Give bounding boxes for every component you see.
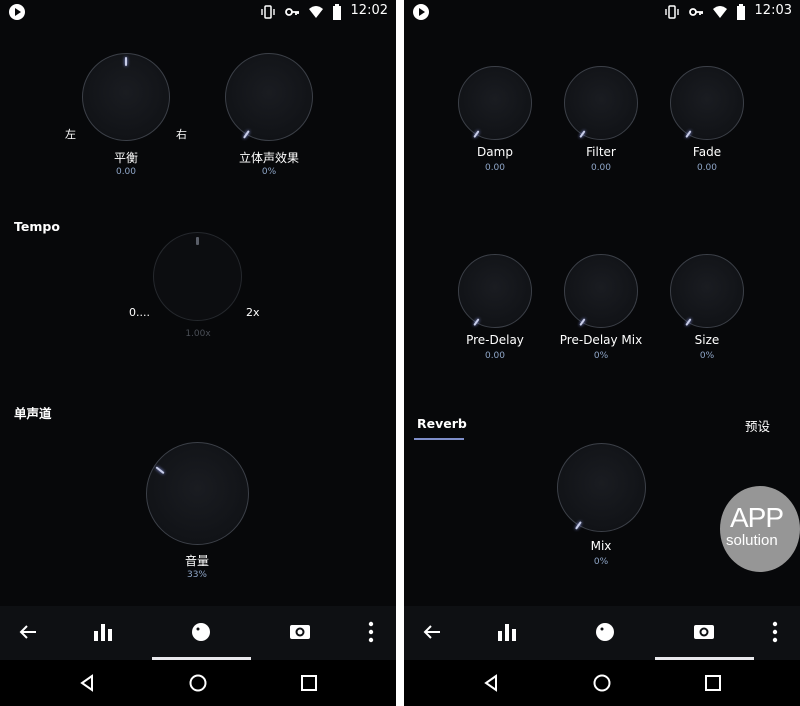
status-time: 12:03	[754, 3, 792, 18]
nav-recents-icon[interactable]	[299, 673, 319, 693]
nav-back-icon[interactable]	[481, 673, 501, 693]
nav-home-icon[interactable]	[188, 673, 208, 693]
damp-value: 0.00	[484, 163, 506, 173]
balance-left-label: 左	[65, 128, 76, 141]
status-bar: 12:02	[0, 0, 396, 24]
battery-icon	[737, 4, 745, 20]
key-icon	[285, 8, 299, 16]
back-arrow-icon[interactable]	[420, 620, 444, 644]
watermark-line1: APP	[730, 502, 784, 533]
equalizer-icon[interactable]	[495, 620, 519, 644]
filter-value: 0.00	[590, 163, 612, 173]
filter-knob[interactable]	[564, 66, 638, 140]
size-value: 0%	[699, 351, 715, 361]
fade-knob[interactable]	[670, 66, 744, 140]
pre-delay-mix-value: 0%	[593, 351, 609, 361]
preset-button[interactable]: 预设	[745, 416, 770, 435]
more-vert-icon[interactable]	[359, 620, 383, 644]
play-circle-icon	[9, 4, 25, 20]
surround-icon[interactable]	[692, 620, 716, 644]
nav-recents-icon[interactable]	[703, 673, 723, 693]
bottom-nav	[404, 606, 800, 660]
system-nav-bar	[404, 660, 800, 706]
damp-knob[interactable]	[458, 66, 532, 140]
knob-icon[interactable]	[593, 620, 617, 644]
stereo-effect-value: 0%	[261, 167, 277, 177]
damp-label: Damp	[477, 145, 513, 159]
more-vert-icon[interactable]	[763, 620, 787, 644]
system-nav-bar	[0, 660, 396, 706]
watermark-line2: solution	[726, 532, 778, 549]
pre-delay-mix-label: Pre-Delay Mix	[559, 333, 643, 347]
balance-right-label: 右	[176, 128, 187, 141]
bottom-nav	[0, 606, 396, 660]
fade-value: 0.00	[696, 163, 718, 173]
mix-knob[interactable]	[557, 443, 646, 532]
balance-label: 平衡	[113, 151, 138, 165]
status-time: 12:02	[350, 3, 388, 18]
equalizer-icon[interactable]	[91, 620, 115, 644]
play-circle-icon	[413, 4, 429, 20]
surround-icon[interactable]	[288, 620, 312, 644]
balance-knob[interactable]	[82, 53, 170, 141]
filter-label: Filter	[586, 145, 616, 159]
stereo-effect-label: 立体声效果	[238, 151, 299, 165]
tempo-max-label: 2x	[246, 306, 260, 319]
mix-label: Mix	[590, 539, 612, 553]
stereo-effect-knob[interactable]	[225, 53, 313, 141]
tempo-min-label: 0....	[129, 306, 150, 319]
pre-delay-label: Pre-Delay	[466, 333, 524, 347]
vibrate-icon	[665, 5, 679, 19]
vibrate-icon	[261, 5, 275, 19]
wifi-icon	[713, 6, 727, 18]
tab-reverb[interactable]: Reverb	[417, 416, 467, 431]
nav-back-icon[interactable]	[77, 673, 97, 693]
knob-icon[interactable]	[189, 620, 213, 644]
pre-delay-value: 0.00	[484, 351, 506, 361]
size-knob[interactable]	[670, 254, 744, 328]
app-solution-watermark: APP solution	[720, 486, 800, 572]
fade-label: Fade	[692, 145, 722, 159]
mix-value: 0%	[593, 557, 609, 567]
volume-label: 音量	[184, 554, 209, 568]
balance-value: 0.00	[115, 167, 137, 177]
tempo-knob[interactable]	[153, 232, 242, 321]
right-screen: 12:03 Damp 0.00 Filter 0.00 Fade 0.00 Pr…	[404, 0, 800, 706]
mono-section-title: 单声道	[14, 406, 52, 421]
wifi-icon	[309, 6, 323, 18]
key-icon	[689, 8, 703, 16]
left-screen: 12:02 左 右 平衡 0.00 立体声效果 0% Tempo 0.... 2…	[0, 0, 396, 706]
status-bar: 12:03	[404, 0, 800, 24]
tempo-value: 1.00x	[185, 329, 211, 339]
back-arrow-icon[interactable]	[16, 620, 40, 644]
pre-delay-knob[interactable]	[458, 254, 532, 328]
tempo-section-title: Tempo	[14, 219, 60, 234]
pre-delay-mix-knob[interactable]	[564, 254, 638, 328]
volume-knob[interactable]	[146, 442, 249, 545]
battery-icon	[333, 4, 341, 20]
size-label: Size	[694, 333, 720, 347]
nav-home-icon[interactable]	[592, 673, 612, 693]
tab-active-underline	[414, 438, 464, 440]
volume-value: 33%	[186, 570, 207, 580]
